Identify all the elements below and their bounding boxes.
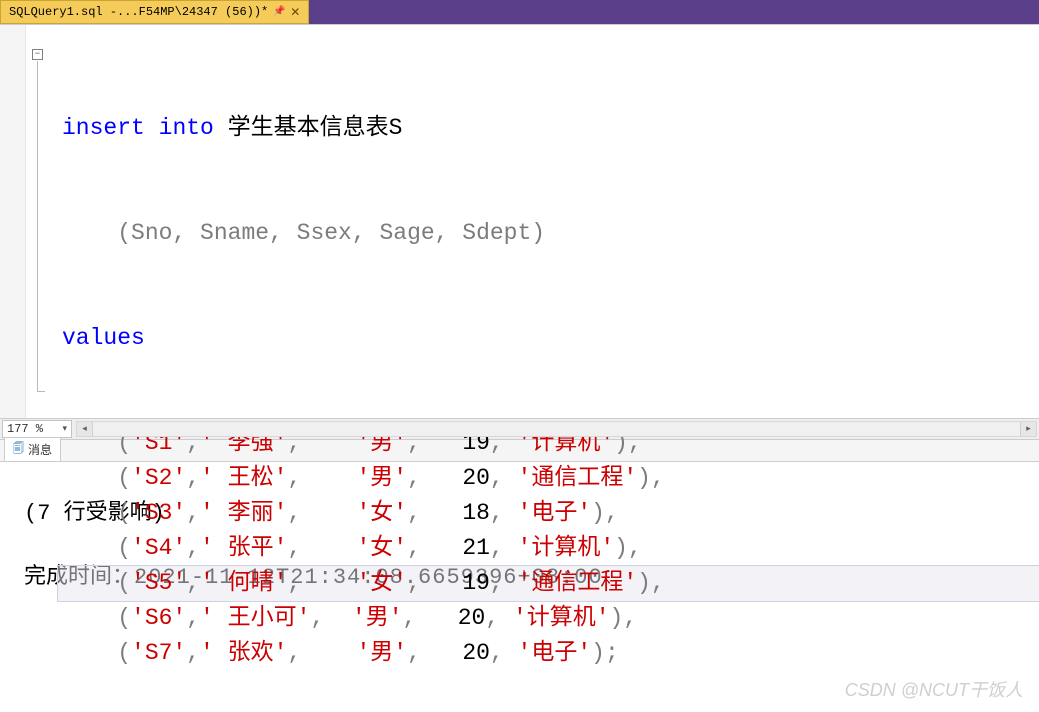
code-editor[interactable]: − insert into 学生基本信息表S (Sno, Sname, Ssex… — [0, 24, 1039, 418]
fold-toggle-icon[interactable]: − — [32, 49, 43, 60]
horizontal-scrollbar[interactable]: ◂ ▸ — [76, 421, 1037, 437]
code-line: ('S2',' 王松', '男', 20, '通信工程'), — [58, 461, 1039, 496]
scroll-left-icon[interactable]: ◂ — [77, 422, 93, 436]
pin-icon[interactable]: 📌 — [274, 7, 284, 17]
code-line: ('S5',' 何晴', '女', 19, '通信工程'), — [58, 566, 1039, 601]
messages-tab-label: 消息 — [28, 441, 52, 458]
watermark-text: CSDN @NCUT干饭人 — [845, 676, 1023, 702]
document-tab-bar: SQLQuery1.sql -...F54MP\24347 (56))* 📌 ✕ — [0, 0, 1039, 24]
close-icon[interactable]: ✕ — [290, 5, 300, 20]
code-line: ('S6',' 王小可', '男', 20, '计算机'), — [58, 601, 1039, 636]
tab-title: SQLQuery1.sql -...F54MP\24347 (56))* — [9, 5, 268, 19]
code-line: ('S4',' 张平', '女', 21, '计算机'), — [58, 531, 1039, 566]
code-line: insert into 学生基本信息表S — [58, 111, 1039, 146]
editor-footer-bar: 177 % ▾ ◂ ▸ — [0, 418, 1039, 440]
active-document-tab[interactable]: SQLQuery1.sql -...F54MP\24347 (56))* 📌 ✕ — [0, 0, 309, 24]
line-number-margin — [0, 25, 26, 418]
scroll-right-icon[interactable]: ▸ — [1020, 422, 1036, 436]
fold-guide-line — [37, 61, 38, 391]
outline-gutter: − — [26, 25, 58, 418]
messages-icon: 🗐 — [13, 440, 24, 459]
messages-tab[interactable]: 🗐 消息 — [4, 437, 61, 461]
code-content[interactable]: insert into 学生基本信息表S (Sno, Sname, Ssex, … — [58, 25, 1039, 418]
zoom-value: 177 % — [7, 422, 43, 436]
code-line: ('S3',' 李丽', '女', 18, '电子'), — [58, 496, 1039, 531]
code-line: (Sno, Sname, Ssex, Sage, Sdept) — [58, 216, 1039, 251]
code-line: ('S7',' 张欢', '男', 20, '电子'); — [58, 636, 1039, 671]
code-line: values — [58, 321, 1039, 356]
fold-guide-end — [37, 391, 45, 392]
